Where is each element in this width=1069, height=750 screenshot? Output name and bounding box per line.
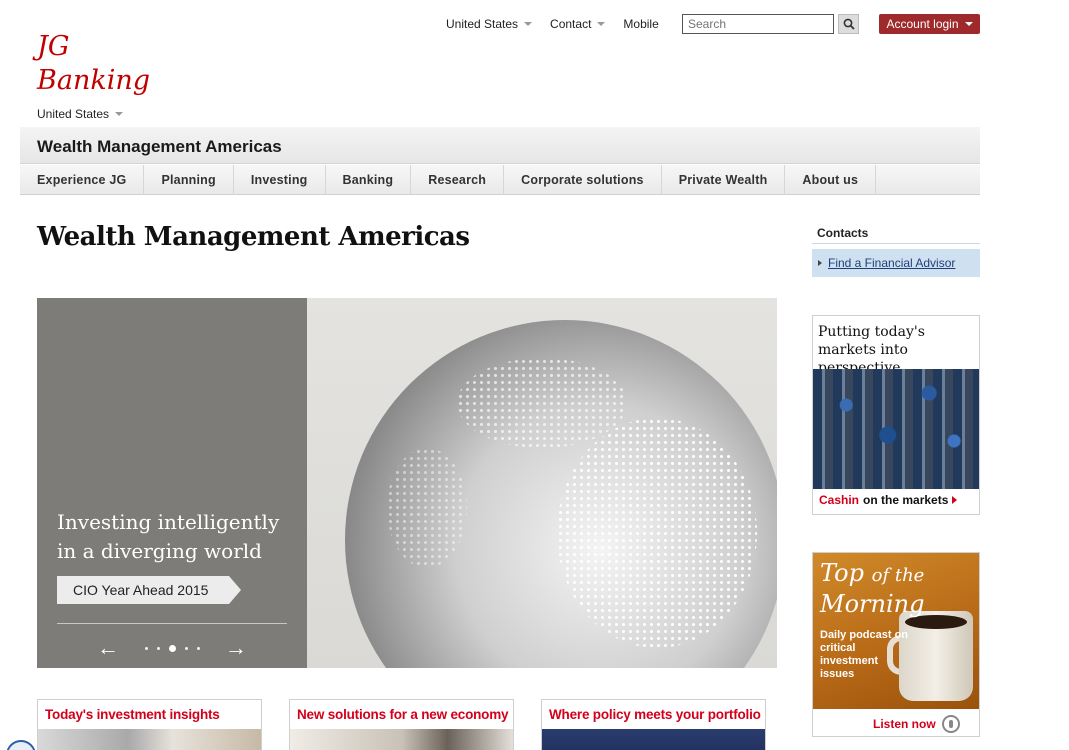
- card-image: [290, 729, 513, 750]
- podcast-icon: [941, 715, 960, 733]
- globe-image: [307, 298, 777, 668]
- find-advisor-link[interactable]: Find a Financial Advisor: [828, 256, 955, 270]
- mobile-link-label: Mobile: [623, 17, 659, 31]
- nav-tab-planning[interactable]: Planning: [144, 165, 234, 195]
- contacts-heading: Contacts: [817, 226, 869, 240]
- hero-cta-button[interactable]: CIO Year Ahead 2015: [57, 576, 241, 604]
- hero-headline: Investing intelligently in a diverging w…: [57, 510, 280, 563]
- search-icon: [843, 18, 855, 30]
- trading-floor-image: [813, 369, 979, 489]
- promo-markets-footer-text: on the markets: [863, 493, 949, 507]
- divider: [57, 623, 287, 624]
- country-selector[interactable]: United States: [37, 107, 124, 121]
- arrow-left-icon[interactable]: ←: [97, 636, 119, 660]
- nav-tab-investing[interactable]: Investing: [234, 165, 326, 195]
- chevron-down-icon: [115, 112, 124, 116]
- chevron-down-icon: [597, 22, 606, 26]
- promo-markets[interactable]: Putting today's markets into perspective…: [812, 315, 980, 515]
- card-title: Today's investment insights: [45, 707, 220, 722]
- nav-tab-corporate-solutions[interactable]: Corporate solutions: [504, 165, 662, 195]
- coffee-mug-icon: [899, 611, 973, 701]
- nav-tab-experience-jg[interactable]: Experience JG: [20, 165, 145, 195]
- nav-tab-banking[interactable]: Banking: [326, 165, 412, 195]
- account-login-button[interactable]: Account login: [879, 14, 980, 34]
- promo-podcast[interactable]: Top of the Morning Daily podcast on crit…: [812, 552, 980, 737]
- dotted-continent: [557, 418, 757, 648]
- card-image: [38, 729, 261, 750]
- corner-widget-icon[interactable]: [6, 740, 36, 750]
- hero-text-panel: Investing intelligently in a diverging w…: [37, 298, 307, 668]
- find-advisor-row: Find a Financial Advisor: [812, 249, 980, 277]
- country-dropdown[interactable]: United States: [446, 17, 533, 31]
- main-navigation: Experience JG Planning Investing Banking…: [20, 165, 980, 195]
- nav-tab-about-us[interactable]: About us: [785, 165, 877, 195]
- mobile-link[interactable]: Mobile: [623, 17, 658, 31]
- podcast-title-morning: Morning: [820, 590, 925, 618]
- play-arrow-icon: [952, 496, 958, 504]
- card-policy-portfolio[interactable]: Where policy meets your portfolio: [541, 699, 766, 750]
- carousel-dot[interactable]: [196, 646, 200, 650]
- card-new-solutions[interactable]: New solutions for a new economy: [289, 699, 514, 750]
- nav-tab-private-wealth[interactable]: Private Wealth: [662, 165, 786, 195]
- listen-now-link[interactable]: Listen now: [873, 715, 960, 733]
- carousel-dot[interactable]: [184, 646, 188, 650]
- listen-now-label: Listen now: [873, 717, 936, 731]
- bullet-arrow-icon: [818, 260, 822, 266]
- search-button[interactable]: [838, 14, 859, 34]
- promo-markets-footer: Cashin on the markets: [819, 493, 958, 507]
- carousel-dot[interactable]: [144, 646, 148, 650]
- divider: [812, 243, 980, 244]
- dotted-continent: [387, 448, 467, 568]
- podcast-title-top: Top: [820, 559, 864, 587]
- podcast-subtitle: Daily podcast on critical investment iss…: [820, 629, 909, 680]
- contact-dropdown[interactable]: Contact: [550, 17, 606, 31]
- card-image: [542, 729, 765, 750]
- podcast-title-of-the: of the: [871, 565, 925, 586]
- card-title: Where policy meets your portfolio: [549, 707, 761, 722]
- podcast-title: Top of the Morning: [820, 559, 924, 618]
- page-title: Wealth Management Americas: [37, 222, 470, 252]
- carousel-pager: [144, 644, 200, 652]
- country-selector-label: United States: [37, 107, 110, 121]
- section-title: Wealth Management Americas: [37, 137, 282, 156]
- hero-carousel: Investing intelligently in a diverging w…: [37, 298, 777, 668]
- contact-dropdown-label: Contact: [550, 17, 592, 31]
- chevron-down-icon: [964, 22, 973, 26]
- search-input[interactable]: [682, 14, 834, 34]
- promo-markets-footer-red: Cashin: [819, 493, 860, 507]
- nav-tab-research[interactable]: Research: [411, 165, 505, 195]
- logo-line-2: Banking: [37, 65, 150, 96]
- card-investment-insights[interactable]: Today's investment insights: [37, 699, 262, 750]
- dotted-continent: [457, 358, 627, 448]
- arrow-right-icon[interactable]: →: [225, 636, 247, 660]
- utility-bar: United States Contact Mobile: [446, 14, 677, 34]
- card-title: New solutions for a new economy: [297, 707, 509, 722]
- logo[interactable]: JG Banking: [37, 30, 150, 98]
- country-dropdown-label: United States: [446, 17, 519, 31]
- carousel-dot[interactable]: [156, 646, 160, 650]
- chevron-down-icon: [524, 22, 533, 26]
- carousel-controls: ← →: [97, 636, 247, 660]
- carousel-dot-active[interactable]: [168, 644, 176, 652]
- logo-line-1: JG: [37, 31, 70, 62]
- account-login-label: Account login: [886, 17, 959, 31]
